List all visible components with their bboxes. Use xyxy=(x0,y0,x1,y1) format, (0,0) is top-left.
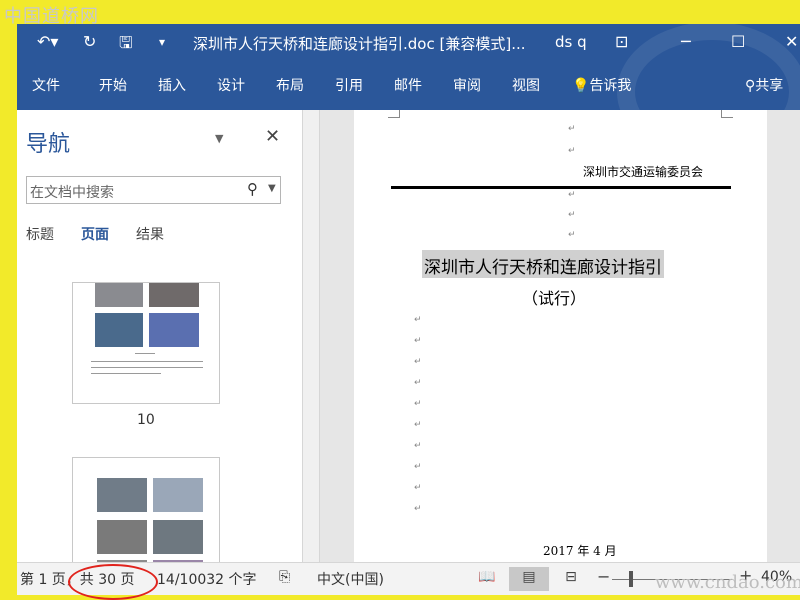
zoom-slider-thumb[interactable] xyxy=(629,571,633,587)
photo-thumb xyxy=(153,478,203,512)
paragraph-mark: ↵ xyxy=(414,399,422,409)
text-line xyxy=(135,353,155,354)
document-area[interactable]: ↵ ↵ 深圳市交通运输委员会 ↵ ↵ ↵ 深圳市人行天桥和连廊设计指引 （试行）… xyxy=(320,110,800,562)
paragraph-mark: ↵ xyxy=(414,420,422,430)
word-count[interactable]: 14/10032 个字 xyxy=(157,569,257,589)
document-subtitle: （试行） xyxy=(522,289,587,308)
paragraph-mark: ↵ xyxy=(568,210,576,220)
tab-design[interactable]: 设计 xyxy=(217,75,245,95)
tab-references[interactable]: 引用 xyxy=(335,75,363,95)
save-icon[interactable]: 🖫 xyxy=(119,32,133,59)
header-rule xyxy=(391,186,731,189)
customize-icon[interactable]: ▾ xyxy=(159,35,165,49)
tab-headings[interactable]: 标题 xyxy=(26,224,54,244)
tab-home[interactable]: 开始 xyxy=(99,75,127,95)
read-mode-icon[interactable]: 📖 xyxy=(467,567,507,591)
page-number-label: 10 xyxy=(137,412,155,428)
web-layout-icon[interactable]: ⊟ xyxy=(551,567,591,591)
tab-view[interactable]: 视图 xyxy=(512,75,540,95)
paragraph-mark: ↵ xyxy=(568,124,576,134)
zoom-out-icon[interactable]: − xyxy=(597,567,610,586)
proofing-icon[interactable]: ⎘ xyxy=(279,569,290,585)
print-layout-icon[interactable]: ▤ xyxy=(509,567,549,591)
chevron-down-icon[interactable]: ▼ xyxy=(215,132,223,145)
tab-review[interactable]: 审阅 xyxy=(453,75,481,95)
search-icon[interactable]: ⚲ xyxy=(247,180,258,198)
highlight-annotation xyxy=(68,564,158,600)
paragraph-mark: ↵ xyxy=(414,315,422,325)
text-line xyxy=(91,361,203,362)
undo-icon[interactable]: ↶▾ xyxy=(37,32,58,51)
redo-icon[interactable]: ↻ xyxy=(83,32,96,51)
paragraph-mark: ↵ xyxy=(568,146,576,156)
photo-thumb xyxy=(149,283,199,307)
document-page[interactable]: ↵ ↵ 深圳市交通运输委员会 ↵ ↵ ↵ 深圳市人行天桥和连廊设计指引 （试行）… xyxy=(354,110,767,562)
ribbon-options-icon[interactable]: ⊡ xyxy=(615,32,628,51)
paragraph-mark: ↵ xyxy=(414,504,422,514)
paragraph-mark: ↵ xyxy=(414,378,422,388)
crop-mark xyxy=(721,110,733,118)
tab-insert[interactable]: 插入 xyxy=(158,75,186,95)
paragraph-mark: ↵ xyxy=(414,357,422,367)
search-placeholder: 在文档中搜索 xyxy=(30,185,114,201)
pane-splitter[interactable] xyxy=(302,110,320,562)
page-thumbnail[interactable] xyxy=(72,457,220,568)
tell-me-box[interactable]: 💡告诉我 xyxy=(572,75,631,95)
paragraph-mark: ↵ xyxy=(414,336,422,346)
document-heading: 深圳市人行天桥和连廊设计指引 xyxy=(422,250,664,278)
paragraph-mark: ↵ xyxy=(414,441,422,451)
language-indicator[interactable]: 中文(中国) xyxy=(317,569,384,589)
text-line xyxy=(91,367,203,368)
tab-mailings[interactable]: 邮件 xyxy=(394,75,422,95)
ribbon-tabs: 文件 开始 插入 设计 布局 引用 邮件 审阅 视图 💡告诉我 ⚲共享 xyxy=(17,24,800,162)
document-title: 深圳市人行天桥和连廊设计指引.doc [兼容模式]... xyxy=(193,35,526,53)
nav-pane-title: 导航 xyxy=(26,132,71,157)
share-label: 共享 xyxy=(755,78,784,94)
tab-results[interactable]: 结果 xyxy=(136,224,164,244)
photo-thumb xyxy=(97,520,147,554)
paragraph-mark: ↵ xyxy=(568,230,576,240)
share-button[interactable]: ⚲共享 xyxy=(745,75,783,95)
text-line xyxy=(91,373,161,374)
search-dropdown-icon[interactable]: ▼ xyxy=(268,183,276,194)
document-date: 2017 年 4 月 xyxy=(543,544,617,558)
search-input[interactable]: 在文档中搜索 ⚲ ▼ xyxy=(26,176,281,204)
tab-file[interactable]: 文件 xyxy=(32,75,60,95)
photo-thumb xyxy=(95,283,143,307)
photo-thumb xyxy=(97,478,147,512)
organization-name: 深圳市交通运输委员会 xyxy=(583,165,704,179)
watermark-url: www.cndao.com xyxy=(655,572,800,593)
photo-thumb xyxy=(149,313,199,347)
paragraph-mark: ↵ xyxy=(568,190,576,200)
person-icon: ⚲ xyxy=(745,78,756,94)
tab-layout[interactable]: 布局 xyxy=(276,75,304,95)
photo-thumb xyxy=(153,520,203,554)
crop-mark xyxy=(388,110,400,118)
tab-pages[interactable]: 页面 xyxy=(81,224,109,244)
user-name[interactable]: ds q xyxy=(555,33,587,51)
paragraph-mark: ↵ xyxy=(414,483,422,493)
tell-me-label: 告诉我 xyxy=(589,78,632,94)
word-window: ↶▾ ↻ 🖫 ▾ 深圳市人行天桥和连廊设计指引.doc [兼容模式]... ds… xyxy=(17,24,800,595)
lightbulb-icon: 💡 xyxy=(572,78,590,94)
paragraph-mark: ↵ xyxy=(414,462,422,472)
navigation-pane: 导航 ▼ ✕ 在文档中搜索 ⚲ ▼ 标题 页面 结果 10 xyxy=(17,110,302,568)
close-pane-icon[interactable]: ✕ xyxy=(265,126,280,147)
page-thumbnail[interactable] xyxy=(72,282,220,404)
photo-thumb xyxy=(95,313,143,347)
